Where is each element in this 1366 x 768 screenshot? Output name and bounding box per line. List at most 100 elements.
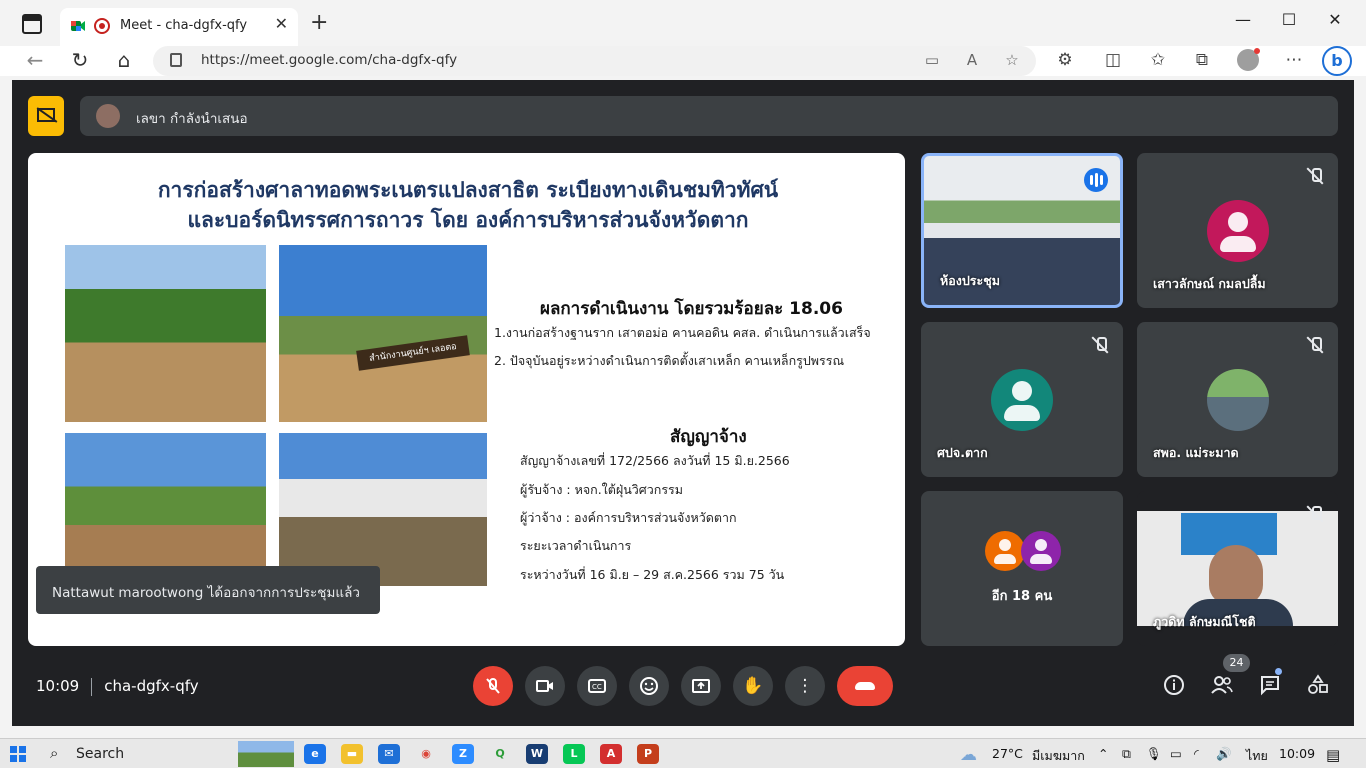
back-icon[interactable]: ←	[22, 48, 48, 72]
participant-name: สพอ. แม่ระมาด	[1153, 445, 1239, 460]
browser-tab-meet[interactable]: Meet - cha-dgfx-qfy ✕	[60, 8, 298, 46]
onedrive-icon[interactable]: ⧉	[1122, 746, 1131, 762]
participant-tile[interactable]: สพอ. แม่ระมาด	[1137, 322, 1338, 477]
qgis-taskbar-icon[interactable]: Q	[489, 744, 511, 764]
battery-icon[interactable]: ▭	[1170, 746, 1182, 761]
participant-tile-room[interactable]: ห้องประชุม	[921, 153, 1123, 308]
extensions-icon[interactable]: ⚙	[1052, 50, 1078, 70]
tab-close-icon[interactable]: ✕	[275, 14, 288, 33]
microphone-icon[interactable]: 🎙	[1146, 746, 1162, 762]
site-photo-3	[65, 433, 266, 586]
mic-off-icon	[486, 678, 500, 694]
captions-button[interactable]: CC	[577, 666, 617, 706]
slide-title-line-2: และบอร์ดนิทรรศการถาวร โดย องค์การบริหารส…	[187, 207, 749, 232]
address-bar[interactable]: https://meet.google.com/cha-dgfx-qfy ▭ A…	[153, 46, 1036, 76]
split-screen-icon[interactable]: ◫	[1100, 50, 1126, 70]
participant-name: ภูวดิท ลักษมณีโชติ	[1153, 614, 1256, 629]
contract-item: ผู้ว่าจ้าง : องค์การบริหารส่วนจังหวัดตาก	[520, 510, 737, 525]
slide-title-line-1: การก่อสร้างศาลาทอดพระเนตรแปลงสาธิต ระเบี…	[157, 177, 779, 202]
contract-heading: สัญญาจ้าง	[670, 427, 747, 447]
hand-icon: ✋	[742, 676, 764, 696]
weather-condition[interactable]: มีเมฆมาก	[1032, 746, 1085, 766]
site-sign: สำนักงานศูนย์ฯ เลอตอ	[356, 335, 470, 371]
chat-button[interactable]	[1256, 674, 1284, 700]
search-highlight-image	[238, 741, 294, 767]
captions-icon: CC	[588, 679, 606, 693]
notifications-icon[interactable]: ▤	[1326, 746, 1340, 764]
line-taskbar-icon[interactable]: L	[563, 744, 585, 764]
more-participants-label: อีก 18 คน	[991, 589, 1053, 604]
lock-icon[interactable]	[170, 53, 182, 67]
acrobat-taskbar-icon[interactable]: A	[600, 744, 622, 764]
more-participants-tile[interactable]: อีก 18 คน	[921, 491, 1123, 646]
favorites-icon[interactable]: ✩	[1145, 50, 1171, 70]
people-button[interactable]	[1208, 674, 1236, 700]
url-text[interactable]: https://meet.google.com/cha-dgfx-qfy	[201, 52, 457, 68]
windows-taskbar: ⌕ Search e ▬ ✉ ◉ Z Q W L A P ☁ 27°C มีเม…	[0, 738, 1366, 768]
stop-presenting-button[interactable]	[28, 96, 64, 136]
mail-taskbar-icon[interactable]: ✉	[378, 744, 400, 764]
weather-cloud-icon: ☁	[960, 745, 977, 765]
mic-toggle-button[interactable]	[473, 666, 513, 706]
input-language[interactable]: ไทย	[1246, 746, 1268, 766]
activities-button[interactable]	[1304, 674, 1332, 700]
avatar	[1207, 369, 1269, 431]
leave-call-button[interactable]	[837, 666, 893, 706]
site-photo-2: สำนักงานศูนย์ฯ เลอตอ	[279, 245, 487, 422]
emoji-icon	[640, 677, 658, 695]
camera-permission-icon[interactable]: ▭	[921, 51, 943, 69]
zoom-taskbar-icon[interactable]: Z	[452, 744, 474, 764]
volume-icon[interactable]: 🔊	[1216, 746, 1232, 762]
present-now-button[interactable]	[681, 666, 721, 706]
bing-copilot-icon[interactable]: b	[1322, 46, 1352, 76]
powerpoint-taskbar-icon[interactable]: P	[637, 744, 659, 764]
contract-item: ผู้รับจ้าง : หจก.ใต้ฝุ่นวิศวกรรม	[520, 482, 683, 497]
meeting-code: cha-dgfx-qfy	[104, 677, 199, 695]
info-icon	[1164, 675, 1184, 695]
avatar	[1207, 200, 1269, 262]
taskbar-clock[interactable]: 10:09	[1279, 746, 1315, 761]
presenter-avatar	[96, 104, 120, 128]
search-icon: ⌕	[50, 744, 59, 762]
edge-taskbar-icon[interactable]: e	[304, 744, 326, 764]
avatar	[1021, 531, 1061, 571]
participant-tile[interactable]: ศปจ.ตาก	[921, 322, 1123, 477]
browser-toolbar: ← ↻ ⌂ https://meet.google.com/cha-dgfx-q…	[0, 46, 1366, 76]
meeting-time: 10:09	[36, 677, 80, 695]
reload-icon[interactable]: ↻	[67, 48, 93, 72]
maximize-button[interactable]: ☐	[1274, 10, 1304, 29]
new-tab-button[interactable]: +	[310, 10, 328, 35]
participant-name: ห้องประชุม	[940, 273, 1000, 288]
more-menu-icon[interactable]: ⋯	[1281, 50, 1307, 70]
mic-off-icon	[1306, 505, 1324, 523]
file-explorer-taskbar-icon[interactable]: ▬	[341, 744, 363, 764]
collections-icon[interactable]: ⧉	[1189, 50, 1215, 70]
meeting-info-text: 10:09 cha-dgfx-qfy	[36, 677, 199, 696]
chrome-taskbar-icon[interactable]: ◉	[415, 744, 437, 764]
more-options-button[interactable]: ⋮	[785, 666, 825, 706]
favorite-star-icon[interactable]: ☆	[1001, 51, 1023, 69]
weather-temperature[interactable]: 27°C	[992, 746, 1023, 761]
tab-actions-icon[interactable]	[22, 14, 42, 34]
windows-start-icon[interactable]	[10, 746, 26, 762]
tab-title: Meet - cha-dgfx-qfy	[120, 18, 248, 33]
tray-chevron-icon[interactable]: ⌃	[1098, 746, 1108, 761]
avatar	[991, 369, 1053, 431]
minimize-button[interactable]: —	[1228, 10, 1258, 29]
contract-item: ระหว่างวันที่ 16 มิ.ย – 29 ส.ค.2566 รวม …	[520, 567, 785, 582]
meeting-details-button[interactable]	[1160, 674, 1188, 700]
home-icon[interactable]: ⌂	[111, 48, 137, 72]
camera-toggle-button[interactable]	[525, 666, 565, 706]
raise-hand-button[interactable]: ✋	[733, 666, 773, 706]
reactions-button[interactable]	[629, 666, 669, 706]
speaking-indicator-icon	[1084, 168, 1108, 192]
read-aloud-icon[interactable]: A	[961, 51, 983, 69]
webex-taskbar-icon[interactable]: W	[526, 744, 548, 764]
divider	[91, 677, 93, 696]
result-item: 2. ปัจจุบันอยู่ระหว่างดำเนินการติดตั้งเส…	[494, 353, 845, 368]
result-item: 1.งานก่อสร้างฐานราก เสาตอม่อ คานคอดิน คส…	[494, 325, 871, 340]
participant-tile[interactable]: เสาวลักษณ์ กมลปลื้ม	[1137, 153, 1338, 308]
wifi-icon[interactable]: ◜	[1194, 746, 1199, 761]
participant-tile[interactable]: ภูวดิท ลักษมณีโชติ	[1137, 491, 1338, 646]
close-window-button[interactable]: ✕	[1320, 10, 1350, 29]
